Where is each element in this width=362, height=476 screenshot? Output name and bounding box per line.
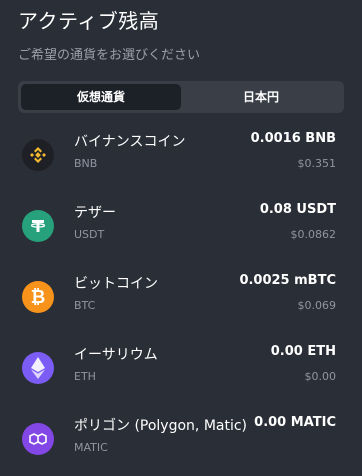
ethereum-icon	[22, 352, 54, 384]
asset-fiat-value: $0.351	[297, 157, 337, 170]
asset-symbol: USDT	[74, 228, 105, 241]
tether-icon	[22, 210, 54, 242]
asset-fiat-value: $0.00	[304, 370, 337, 383]
asset-name: バイナンスコイン	[74, 134, 186, 150]
asset-symbol: MATIC	[74, 441, 108, 454]
asset-amount: 0.0016 BNB	[250, 131, 336, 146]
polygon-icon	[22, 423, 54, 455]
asset-amount: 0.0025 mBTC	[239, 273, 336, 288]
asset-list: バイナンスコイン BNB 0.0016 BNB $0.351 テザー USDT …	[0, 121, 362, 476]
currency-tabs: 仮想通貨 日本円	[18, 81, 344, 113]
asset-row-btc[interactable]: ₿ ビットコイン BTC 0.0025 mBTC $0.069	[0, 263, 362, 334]
bitcoin-icon: ₿	[22, 281, 54, 313]
asset-fiat-value: $0.069	[297, 299, 337, 312]
header: アクティブ残高 ご希望の通貨をお選びください	[0, 0, 362, 63]
asset-name: テザー	[74, 205, 116, 221]
asset-row-usdt[interactable]: テザー USDT 0.08 USDT $0.0862	[0, 192, 362, 263]
tab-crypto[interactable]: 仮想通貨	[21, 84, 181, 110]
asset-amount: 0.00 ETH	[270, 344, 336, 359]
tab-jpy[interactable]: 日本円	[181, 84, 341, 110]
asset-name: ビットコイン	[74, 276, 158, 292]
bnb-icon	[22, 139, 54, 171]
page-title: アクティブ残高	[18, 9, 160, 33]
asset-fiat-value: $0.0862	[290, 228, 337, 241]
asset-name: ポリゴン (Polygon, Matic)	[74, 418, 248, 434]
asset-row-eth[interactable]: イーサリウム ETH 0.00 ETH $0.00	[0, 334, 362, 405]
asset-amount: 0.00 MATIC	[254, 415, 336, 430]
asset-symbol: BNB	[74, 157, 98, 170]
asset-row-bnb[interactable]: バイナンスコイン BNB 0.0016 BNB $0.351	[0, 121, 362, 192]
asset-name: イーサリウム	[74, 347, 158, 363]
asset-symbol: BTC	[74, 299, 96, 312]
page-subtitle: ご希望の通貨をお選びください	[18, 48, 201, 63]
asset-amount: 0.08 USDT	[259, 202, 336, 217]
asset-symbol: ETH	[74, 370, 96, 383]
